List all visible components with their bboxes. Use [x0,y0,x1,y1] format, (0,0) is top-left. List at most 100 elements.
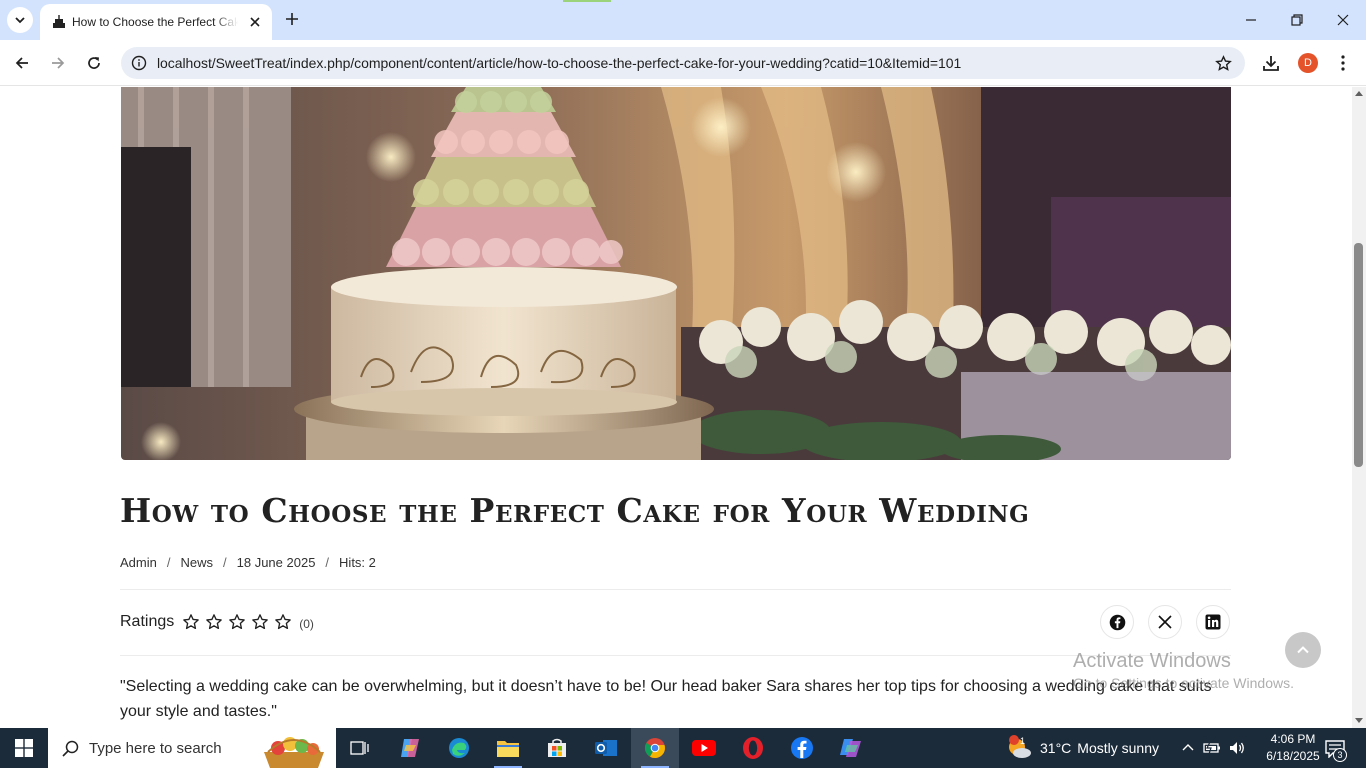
download-icon [1263,56,1279,71]
taskbar-app-chrome[interactable] [631,728,679,768]
facebook-icon [790,736,814,760]
taskbar-app-microsoft-store[interactable] [533,728,581,768]
sun-cloud-icon [1006,735,1032,761]
taskbar-app-file-explorer[interactable] [484,728,532,768]
search-placeholder: Type here to search [89,739,222,757]
taskbar-app-facebook[interactable] [778,728,826,768]
back-button[interactable] [7,48,37,78]
chevron-down-icon [15,17,25,24]
site-info-icon[interactable] [129,53,149,73]
taskbar-app-microsoft-365[interactable] [827,728,875,768]
bookmark-star-icon[interactable] [1213,53,1233,73]
linkedin-icon [1205,614,1221,630]
file-explorer-icon [496,737,520,759]
tab-close-icon[interactable] [246,13,264,31]
taskbar-app-task-view[interactable] [336,728,384,768]
share-linkedin-button[interactable] [1196,605,1230,639]
chevron-up-icon [1182,744,1194,751]
share-facebook-button[interactable] [1100,605,1134,639]
close-window-button[interactable] [1328,6,1358,34]
meta-hits: Hits: 2 [339,555,376,570]
browser-toolbar: localhost/SweetTreat/index.php/component… [0,40,1366,86]
weather-condition: Mostly sunny [1077,740,1159,756]
reload-icon [88,57,100,69]
tab-search-button[interactable] [7,7,33,33]
back-to-top-button[interactable] [1285,632,1321,668]
ratings-count: (0) [299,616,314,631]
article-meta: Admin / News / 18 June 2025 / Hits: 2 [120,555,376,570]
show-hidden-icons-button[interactable] [1178,738,1198,758]
ratings-label: Ratings [120,613,175,630]
taskbar-app-outlook[interactable] [582,728,630,768]
divider [120,589,1231,590]
notification-count-badge: 3 [1333,748,1347,762]
forward-button[interactable] [43,48,73,78]
chrome-icon [643,736,667,760]
clock-time: 4:06 PM [1270,732,1316,746]
opera-icon [741,736,765,760]
active-tab[interactable]: How to Choose the Perfect Cake for Your … [40,4,272,40]
search-highlight-art [264,737,324,768]
reload-button[interactable] [79,48,109,78]
arrow-right-icon [52,57,65,69]
more-vertical-icon [1341,55,1345,71]
taskbar-app-copilot[interactable] [386,728,434,768]
restore-button[interactable] [1282,6,1312,34]
share-x-button[interactable] [1148,605,1182,639]
meta-author[interactable]: Admin [120,555,157,570]
x-logo-icon [1158,615,1172,629]
cake-favicon-icon [51,14,67,30]
star-icon[interactable] [248,611,271,633]
battery-icon[interactable] [1202,738,1222,758]
copilot-icon [398,736,422,760]
downloads-button[interactable] [1260,52,1282,74]
star-icon[interactable] [202,611,225,633]
url-text: localhost/SweetTreat/index.php/component… [157,55,962,71]
meta-category[interactable]: News [180,555,213,570]
microsoft-store-icon [546,737,568,759]
start-button[interactable] [0,728,48,768]
meta-separator: / [223,555,227,570]
weather-alert-badge: 1 [1020,736,1026,746]
new-tab-button[interactable] [281,8,303,30]
youtube-icon [691,738,717,758]
edge-icon [447,736,471,760]
divider [120,655,1231,656]
chevron-up-icon [1297,646,1309,654]
page-viewport: How to Choose the Perfect Cake for Your … [0,87,1352,728]
weather-widget[interactable]: 31°C Mostly sunny [1006,728,1159,768]
browser-menu-button[interactable] [1334,52,1352,74]
windows-logo-icon [15,739,33,757]
taskbar-app-edge[interactable] [435,728,483,768]
profile-avatar[interactable]: D [1298,53,1318,73]
meta-separator: / [325,555,330,570]
taskbar-app-youtube[interactable] [680,728,728,768]
page-scrollbar[interactable] [1352,87,1366,728]
star-icon[interactable] [179,611,202,633]
tab-group-accent [563,0,611,2]
address-bar[interactable]: localhost/SweetTreat/index.php/component… [121,47,1245,79]
star-icon[interactable] [225,611,248,633]
task-view-icon [350,739,370,757]
search-icon [62,740,79,757]
taskbar-search-box[interactable]: Type here to search [48,728,336,768]
taskbar-clock[interactable]: 4:06 PM 6/18/2025 [1262,731,1324,765]
scrollbar-thumb[interactable] [1354,243,1363,467]
star-icon[interactable] [271,611,294,633]
meta-date: 18 June 2025 [236,555,316,570]
volume-icon[interactable] [1227,738,1247,758]
outlook-icon [594,737,618,759]
restore-icon [1291,14,1303,26]
scroll-up-arrow-icon[interactable] [1355,90,1363,96]
close-icon [1337,14,1349,26]
arrow-left-icon [15,57,28,69]
taskbar-app-opera[interactable] [729,728,777,768]
article-title: How to Choose the Perfect Cake for Your … [120,491,1030,530]
scroll-down-arrow-icon[interactable] [1355,718,1363,724]
clock-date: 6/18/2025 [1266,749,1320,763]
plus-icon [286,13,298,25]
minimize-icon [1246,19,1256,21]
watermark-title: Activate Windows [1073,650,1231,672]
minimize-button[interactable] [1236,6,1266,34]
notification-center-button[interactable]: 3 [1322,736,1348,762]
